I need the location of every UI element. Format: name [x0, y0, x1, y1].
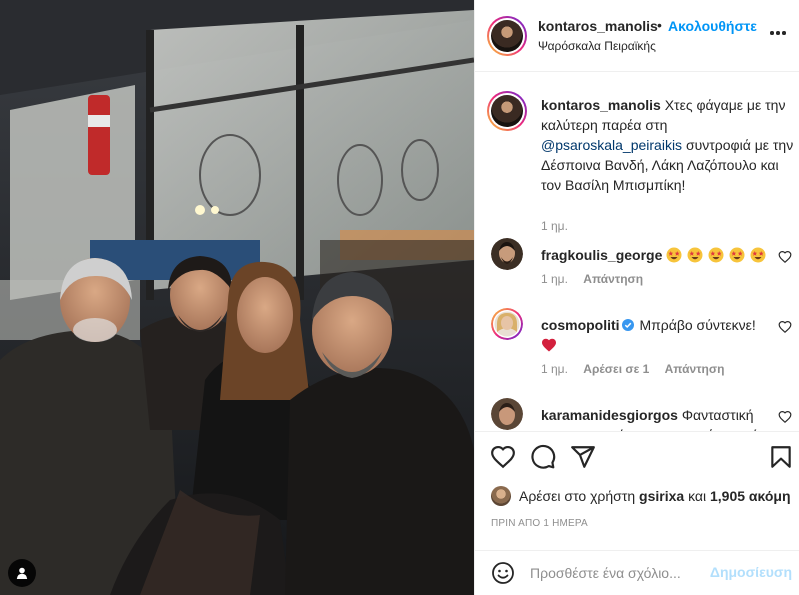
location-link[interactable]: Ψαρόσκαλα Πειραϊκής	[538, 39, 656, 53]
caption-time[interactable]: 1 ημ.	[541, 219, 568, 233]
likes-middle: και	[688, 488, 707, 504]
more-horizontal-icon	[770, 31, 774, 35]
emoji-smiley-icon[interactable]	[491, 561, 515, 585]
tagged-users-button[interactable]	[8, 559, 36, 587]
action-bar	[475, 431, 799, 481]
post-photo[interactable]	[0, 0, 474, 595]
save-bookmark-icon[interactable]	[768, 444, 794, 470]
comments-list[interactable]: kontaros_manolis Χτες φάγαμε με την καλύ…	[475, 73, 799, 431]
comment-username[interactable]: cosmopoliti	[541, 317, 620, 333]
red-heart-emoji-icon	[542, 338, 556, 352]
comment-avatar[interactable]	[491, 398, 523, 430]
reply-button[interactable]: Απάντηση	[583, 272, 643, 286]
star-struck-emoji-icon	[750, 247, 766, 263]
star-struck-emoji-icon	[708, 247, 724, 263]
comment-username[interactable]: karamanidesgiorgos	[541, 407, 678, 423]
post-timestamp[interactable]: ΠΡΙΝ ΑΠΟ 1 ΗΜΕΡΑ	[491, 518, 588, 529]
likes-summary: Αρέσει στο χρήστη gsirixa και 1,905 ακόμ…	[491, 485, 791, 507]
caption-mention[interactable]: @psaroskala_peiraikis	[541, 137, 682, 153]
comment-body: Μπράβο σύντεκνε!	[639, 317, 756, 333]
add-comment-form: Δημοσίευση	[475, 550, 799, 595]
likes-count[interactable]: 1,905 ακόμη	[710, 488, 791, 504]
reply-button[interactable]: Απάντηση	[665, 362, 725, 376]
comment-meta: 1 ημ. Απάντηση	[541, 272, 655, 286]
heart-outline-icon[interactable]	[778, 320, 792, 334]
post-header: kontaros_manolis • Ακολουθήστε Ψαρόσκαλα…	[475, 0, 799, 72]
star-struck-emoji-icon	[666, 247, 682, 263]
comment-text: fragkoulis_george	[541, 245, 771, 265]
comment-meta: 1 ημ. Αρέσει σε 1 Απάντηση	[541, 362, 736, 376]
caption-avatar[interactable]	[487, 91, 527, 131]
liker-username[interactable]: gsirixa	[639, 488, 684, 504]
heart-outline-icon[interactable]	[778, 250, 792, 264]
comment-likes-count[interactable]: Αρέσει σε 1	[583, 362, 649, 376]
separator-dot: •	[657, 17, 662, 33]
heart-outline-icon[interactable]	[778, 410, 792, 424]
author-avatar[interactable]	[487, 16, 527, 56]
caption-text: kontaros_manolis Χτες φάγαμε με την καλύ…	[541, 95, 796, 195]
star-struck-emoji-icon	[687, 247, 703, 263]
more-options-button[interactable]	[767, 22, 789, 44]
comment-time[interactable]: 1 ημ.	[541, 362, 568, 376]
post-image	[0, 0, 474, 595]
star-struck-emoji-icon	[729, 247, 745, 263]
post-side-panel: kontaros_manolis • Ακολουθήστε Ψαρόσκαλα…	[474, 0, 799, 595]
like-heart-icon[interactable]	[490, 444, 516, 470]
post-comment-button[interactable]: Δημοσίευση	[710, 564, 792, 580]
comment-avatar[interactable]	[491, 308, 523, 340]
author-username[interactable]: kontaros_manolis	[538, 18, 658, 34]
verified-badge-icon	[621, 319, 634, 331]
follow-button[interactable]: Ακολουθήστε	[668, 18, 757, 34]
comment-text: cosmopoliti Μπράβο σύντεκνε!	[541, 315, 771, 355]
comment-bubble-icon[interactable]	[530, 444, 556, 470]
liker-avatar[interactable]	[491, 486, 511, 506]
comment-text: karamanidesgiorgos Φανταστική παρεα που …	[541, 405, 781, 431]
share-paper-plane-icon[interactable]	[570, 444, 596, 470]
likes-prefix: Αρέσει στο χρήστη	[519, 488, 636, 504]
comment-time[interactable]: 1 ημ.	[541, 272, 568, 286]
comment-avatar[interactable]	[491, 238, 523, 270]
caption-username[interactable]: kontaros_manolis	[541, 97, 661, 113]
comment-input[interactable]	[530, 563, 710, 583]
user-icon	[16, 567, 28, 579]
comment-username[interactable]: fragkoulis_george	[541, 247, 662, 263]
comment-emojis	[666, 247, 767, 263]
